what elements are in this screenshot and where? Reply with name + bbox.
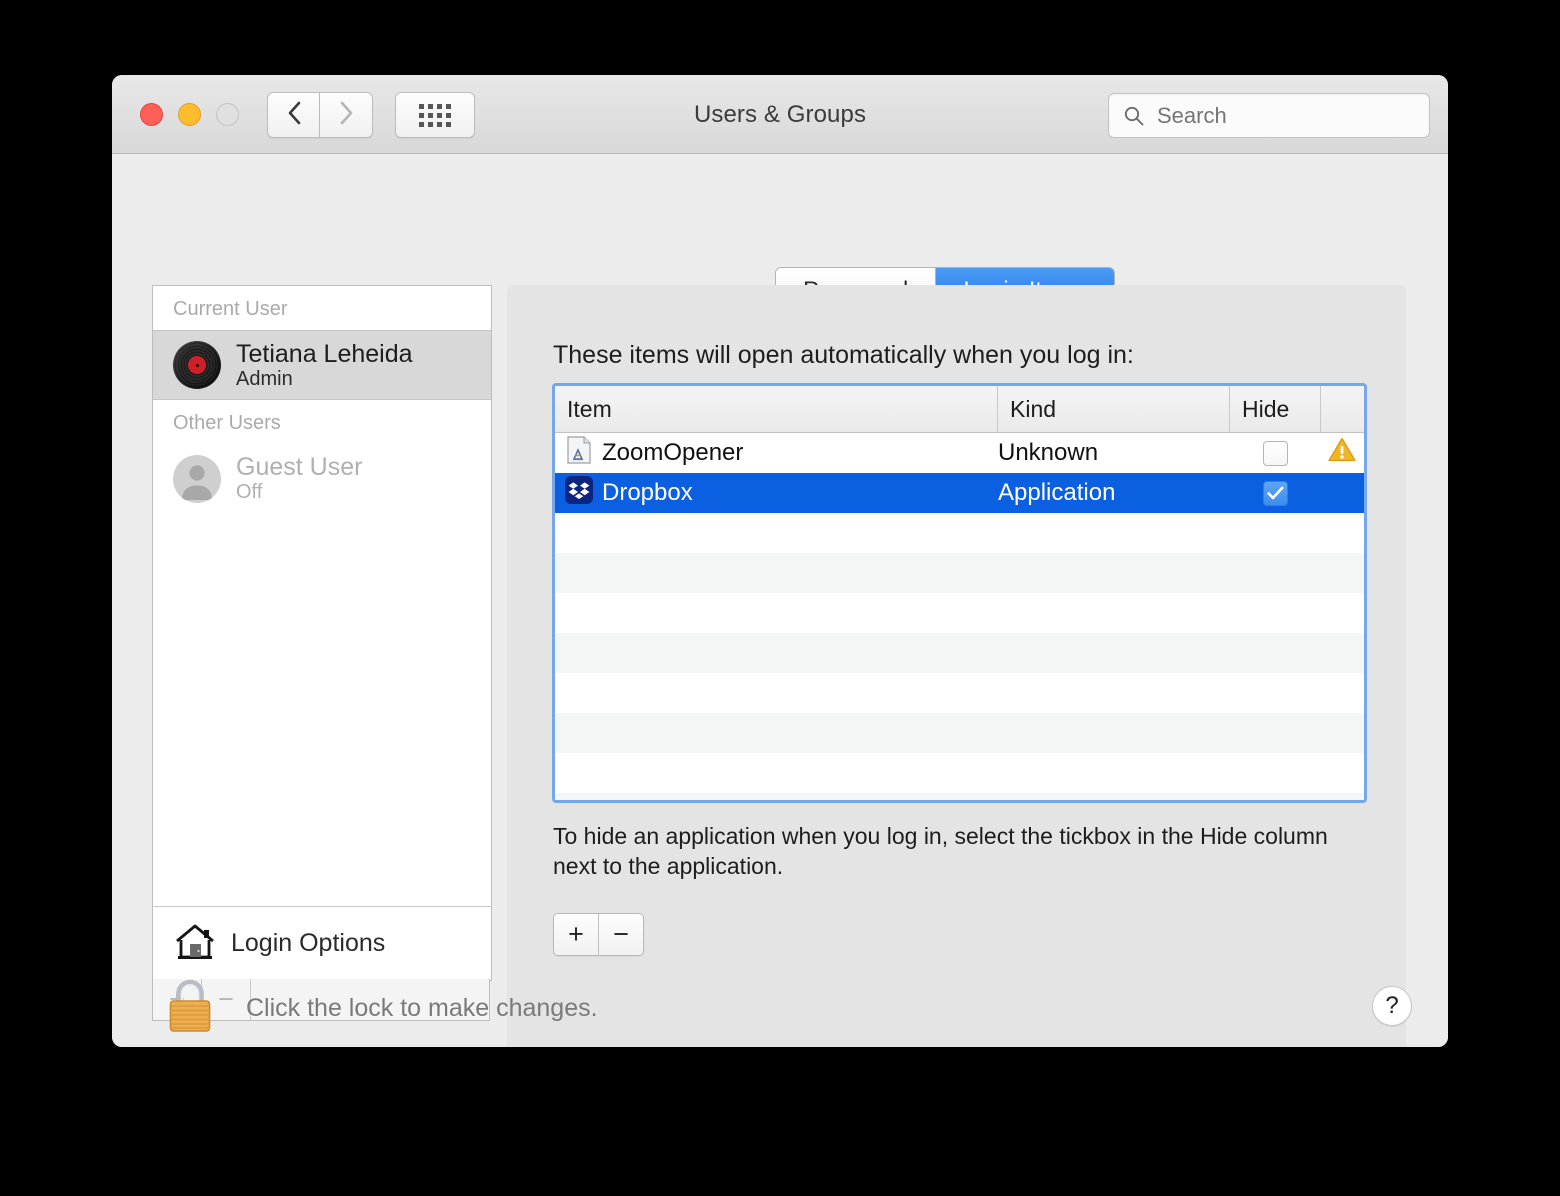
preferences-window: Users & Groups Password Login Items Curr… <box>112 75 1448 1047</box>
dropbox-icon <box>565 475 593 511</box>
lock-message: Click the lock to make changes. <box>246 994 598 1022</box>
user-info: Tetiana Leheida Admin <box>236 340 413 390</box>
house-icon <box>173 920 217 967</box>
user-name: Tetiana Leheida <box>236 340 413 368</box>
generic-document-app-icon <box>565 435 593 472</box>
table-row-empty <box>555 673 1364 713</box>
user-list-sidebar: Current User Tetiana Leheida Admin Other… <box>152 285 492 981</box>
row-hide-cell[interactable] <box>1230 433 1320 473</box>
table-row[interactable]: ZoomOpener Unknown <box>555 433 1364 473</box>
column-header-warning <box>1320 386 1364 432</box>
sidebar-item-guest-user[interactable]: Guest User Off <box>153 444 491 512</box>
add-login-item-button[interactable]: + <box>554 914 598 955</box>
user-role: Off <box>236 481 263 504</box>
table-row-empty <box>555 513 1364 553</box>
locked-padlock-icon[interactable] <box>164 976 216 1041</box>
table-header-row: Item Kind Hide <box>555 386 1364 433</box>
window-titlebar: Users & Groups <box>112 75 1448 154</box>
row-kind-cell: Application <box>998 479 1116 506</box>
row-hide-cell[interactable] <box>1230 473 1320 513</box>
search-field[interactable] <box>1108 93 1430 138</box>
search-input[interactable] <box>1155 101 1399 130</box>
panel-caption: These items will open automatically when… <box>553 341 1134 369</box>
remove-login-item-button[interactable]: − <box>598 914 643 955</box>
login-options-label: Login Options <box>231 929 386 957</box>
login-items-add-remove-buttons: + − <box>553 913 644 956</box>
help-question-icon: ? <box>1385 992 1399 1019</box>
table-row-empty <box>555 713 1364 753</box>
row-item-label: ZoomOpener <box>602 439 744 466</box>
row-warning-cell <box>1320 433 1364 473</box>
help-button[interactable]: ? <box>1372 986 1412 1026</box>
sidebar-item-tetiana-leheida[interactable]: Tetiana Leheida Admin <box>153 330 491 401</box>
hide-column-hint: To hide an application when you log in, … <box>553 823 1328 880</box>
login-items-panel: These items will open automatically when… <box>507 285 1406 1047</box>
table-row-empty <box>555 593 1364 633</box>
search-icon <box>1123 105 1145 127</box>
person-silhouette-avatar <box>173 454 221 503</box>
row-kind-cell: Unknown <box>998 439 1099 466</box>
hide-checkbox[interactable] <box>1262 440 1288 466</box>
row-item-cell: ZoomOpener <box>555 433 998 473</box>
window-content: Password Login Items Current User Tetian… <box>112 154 1448 1047</box>
row-warning-cell <box>1320 473 1364 513</box>
table-row-empty <box>555 753 1364 793</box>
table-row-empty <box>555 633 1364 673</box>
column-header-item[interactable]: Item <box>555 386 998 432</box>
row-item-cell: Dropbox <box>555 473 998 513</box>
sidebar-item-login-options[interactable]: Login Options <box>153 906 491 980</box>
warning-triangle-icon[interactable] <box>1327 436 1357 470</box>
vinyl-record-avatar <box>173 341 221 390</box>
user-name: Guest User <box>236 453 363 482</box>
table-row-empty <box>555 553 1364 593</box>
column-header-kind[interactable]: Kind <box>998 386 1230 432</box>
login-items-table[interactable]: Item Kind Hide ZoomOpener Unknown Dropbo… <box>552 383 1367 803</box>
sidebar-group-other-users: Other Users <box>173 412 281 435</box>
column-header-hide[interactable]: Hide <box>1230 386 1320 432</box>
lock-area: Click the lock to make changes. <box>164 976 598 1041</box>
table-row[interactable]: Dropbox Application <box>555 473 1364 513</box>
user-role: Admin <box>236 368 293 390</box>
table-row-empty <box>555 793 1364 800</box>
user-info: Guest User Off <box>236 453 362 503</box>
sidebar-group-current-user: Current User <box>173 298 288 320</box>
hide-checkbox[interactable] <box>1262 480 1288 506</box>
row-item-label: Dropbox <box>602 479 693 506</box>
